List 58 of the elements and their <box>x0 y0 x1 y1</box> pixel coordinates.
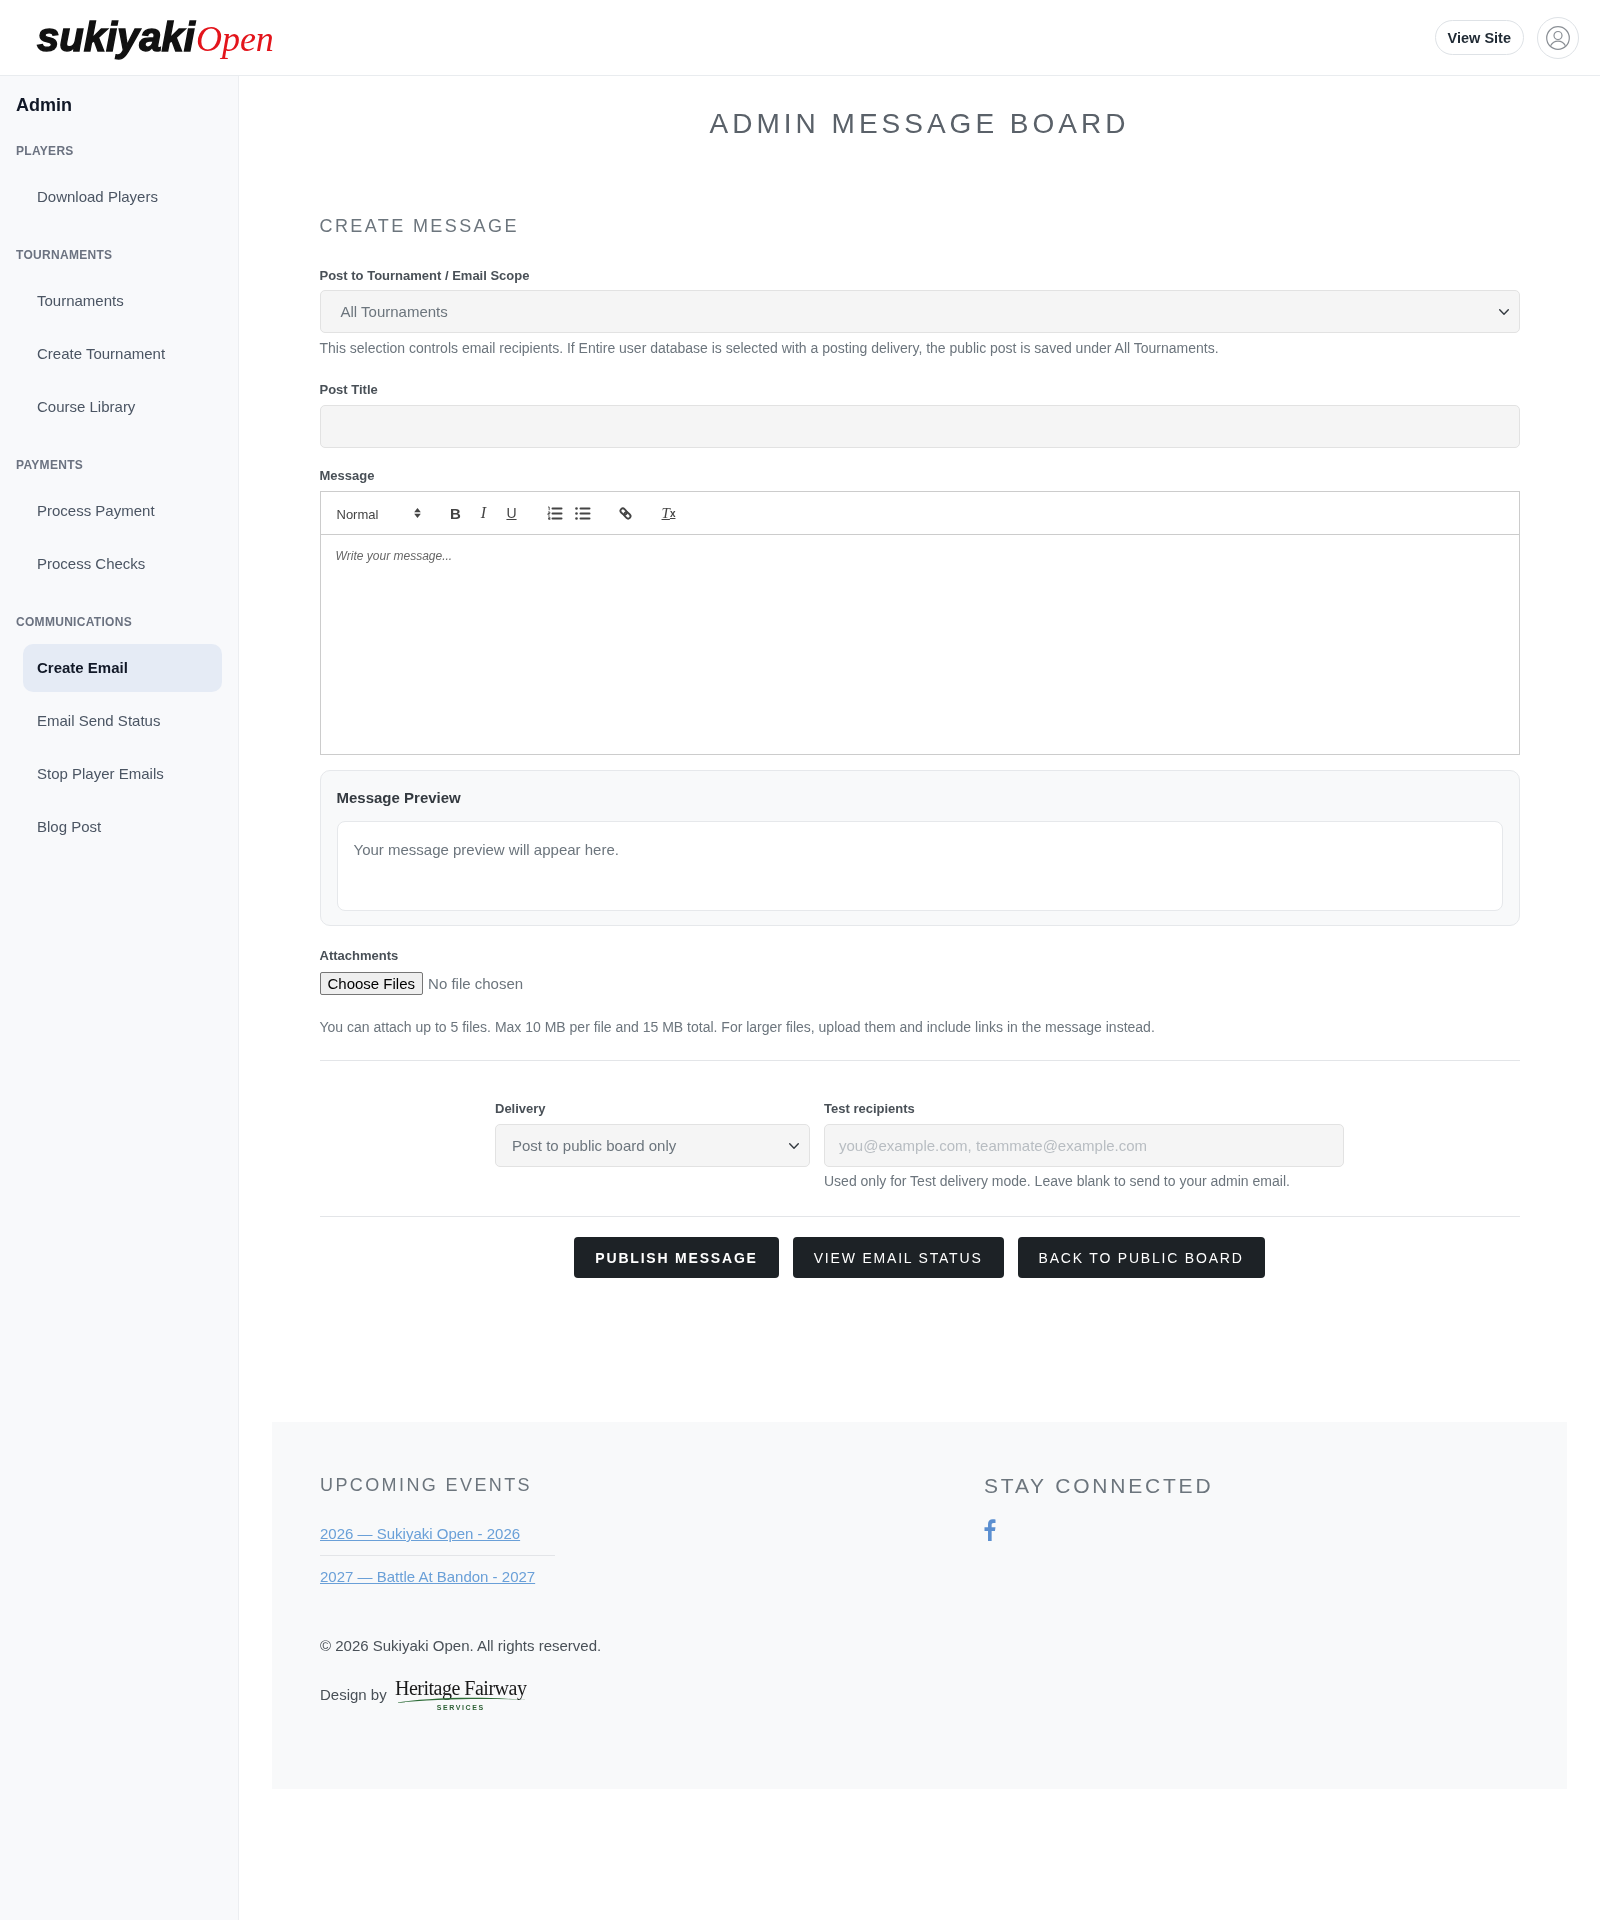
help-text: This selection controls email recipients. If Entire user database is selected with a posting delivery, the public post is saved under All Tournaments. <box>319 339 1220 358</box>
action-button[interactable]: BACK TO PUBLIC BOARD <box>1017 1237 1265 1278</box>
post-title-input[interactable] <box>319 405 1520 448</box>
chevron-down-icon <box>1498 308 1509 315</box>
facebook-icon[interactable] <box>984 1519 996 1541</box>
sidebar-item[interactable]: Blog Post <box>37 817 102 837</box>
sidebar-item[interactable]: Process Checks <box>37 554 146 574</box>
sidebar-item[interactable]: Course Library <box>37 397 136 417</box>
sidebar-item[interactable]: Process Payment <box>37 501 155 521</box>
account-button[interactable] <box>1537 16 1579 59</box>
help-text: You can attach up to 5 files. Max 10 MB per file and 15 MB total. For larger files, upload them and include links in the message instead. <box>319 1018 1156 1037</box>
footer-heading: UPCOMING EVENTS <box>320 1474 533 1497</box>
italic-button[interactable]: I <box>469 501 498 525</box>
preview-title: Message Preview <box>336 788 461 808</box>
sidebar-section-heading: COMMUNICATIONS <box>16 614 132 630</box>
format-picker[interactable]: Normal <box>328 501 427 525</box>
sidebar-item[interactable]: Tournaments <box>37 291 124 311</box>
sidebar-section-heading: PAYMENTS <box>16 457 84 473</box>
help-text: Used only for Test delivery mode. Leave blank to send to your admin email. <box>824 1172 1291 1191</box>
sidebar-item[interactable]: Create Tournament <box>37 344 166 364</box>
footer-heading: STAY CONNECTED <box>984 1473 1214 1499</box>
numbered-list-icon <box>546 506 563 520</box>
field-label: Message <box>319 467 376 485</box>
scope-select[interactable]: All Tournaments <box>319 290 1520 333</box>
chain-link-icon <box>618 505 633 521</box>
test-recipients-input[interactable]: you@example.com, teammate@example.com <box>824 1124 1344 1167</box>
file-status: No file chosen <box>428 975 524 992</box>
action-button[interactable]: VIEW EMAIL STATUS <box>792 1237 1004 1278</box>
site-logo[interactable]: sukiyakiOpen <box>33 9 284 66</box>
preview-content: Your message preview will appear here. <box>336 821 1503 911</box>
copyright-text: © 2026 Sukiyaki Open. All rights reserved. <box>320 1636 602 1656</box>
sidebar-item[interactable]: Download Players <box>37 187 158 207</box>
section-heading: CREATE MESSAGE <box>319 215 520 238</box>
sidebar-section-heading: PLAYERS <box>16 143 74 159</box>
delivery-select[interactable]: Post to public board only <box>495 1124 810 1167</box>
bold-button[interactable]: B <box>441 501 470 525</box>
view-site-button[interactable]: View Site <box>1434 20 1524 55</box>
message-editor[interactable]: Write your message... <box>319 535 1520 755</box>
sort-arrows-icon <box>413 508 421 518</box>
sidebar-item[interactable]: Email Send Status <box>37 711 161 731</box>
user-icon <box>1546 25 1570 50</box>
sidebar-item[interactable]: Stop Player Emails <box>37 764 164 784</box>
choose-files-button[interactable]: Choose Files <box>319 972 424 995</box>
chevron-down-icon <box>789 1142 799 1149</box>
page-title: ADMIN MESSAGE BOARD <box>708 107 1131 141</box>
underline-button[interactable]: U <box>497 501 526 525</box>
credit-text: Design by <box>320 1686 387 1703</box>
bullet-list-icon <box>574 506 591 520</box>
brand-wordmark: Heritage Fairway <box>395 1677 527 1699</box>
sidebar-title: Admin <box>16 94 72 117</box>
field-label: Post Title <box>319 381 379 399</box>
sidebar-section-heading: TOURNAMENTS <box>16 247 113 263</box>
action-button[interactable]: PUBLISH MESSAGE <box>574 1237 779 1278</box>
field-label: Delivery <box>495 1100 547 1118</box>
field-label: Post to Tournament / Email Scope <box>319 267 531 285</box>
sidebar-item[interactable]: Create Email <box>23 644 222 692</box>
field-label: Attachments <box>319 947 400 965</box>
field-label: Test recipients <box>824 1100 916 1118</box>
